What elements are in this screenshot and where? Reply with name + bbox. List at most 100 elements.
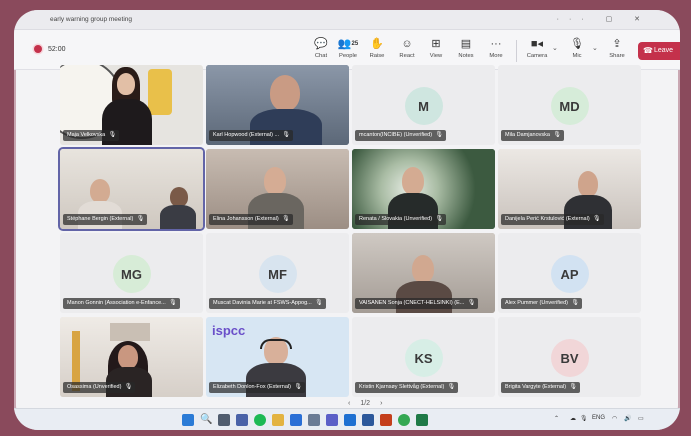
participant-name: VAISANEN Sonja (CNECT-HELSINKI) (E... 🎙 <box>355 298 479 309</box>
camera-button[interactable]: ■◂ Camera <box>522 35 552 59</box>
participant-tile[interactable]: Danijela Perić Krstulović (External) 🎙 <box>498 149 641 229</box>
mic-off-icon: 🎙 <box>570 38 584 50</box>
participant-tile[interactable]: MD Mila Damjanovska 🎙 <box>498 65 641 145</box>
view-icon: ⊞ <box>431 38 441 50</box>
mic-tray-icon[interactable]: 🎙 <box>580 415 588 422</box>
app-icon[interactable] <box>290 414 302 426</box>
view-button[interactable]: ⊞ View <box>421 35 451 59</box>
react-button[interactable]: ☺ React <box>392 35 422 59</box>
mic-button[interactable]: 🎙 Mic <box>562 35 592 59</box>
participant-name: Karl Hopwood (External) ... 🎙 <box>209 130 294 141</box>
mic-off-icon: 🎙 <box>124 384 133 390</box>
camera-options-chevron-icon[interactable]: ⌄ <box>552 44 558 52</box>
people-button[interactable]: 👥25 People <box>333 35 363 59</box>
page-indicator: 1/2 <box>360 400 371 407</box>
more-button[interactable]: ··· More <box>481 35 511 59</box>
more-icon: ··· <box>490 38 502 50</box>
participant-avatar: MD <box>550 87 589 125</box>
participant-tile[interactable]: BV Brigita Vargyte (External) 🎙 <box>498 317 641 397</box>
battery-icon[interactable]: ▭ <box>638 415 644 422</box>
toolbar-divider <box>516 40 517 62</box>
excel-icon[interactable] <box>416 414 428 426</box>
spotify-icon[interactable] <box>254 414 266 426</box>
teams-window: early warning group meeting ··· ▢ ✕ 52:0… <box>14 10 680 430</box>
react-icon: ☺ <box>401 38 413 50</box>
mic-off-icon: 🎙 <box>593 216 601 222</box>
participant-avatar: MF <box>258 255 297 293</box>
participant-name: Elina Johansson (External) 🎙 <box>209 214 293 225</box>
participant-grid: Maja Velkovska 🎙 Karl Hopwood (External) … <box>58 65 641 397</box>
participant-tile[interactable]: Maja Velkovska 🎙 <box>60 65 203 145</box>
previous-page-icon[interactable]: ‹ <box>348 400 350 407</box>
participant-tile[interactable]: ispcc Elizabeth Donlon-Fox (External) 🎙 <box>206 317 349 397</box>
file-explorer-icon[interactable] <box>272 414 284 426</box>
participant-name: Brigita Vargyte (External) 🎙 <box>501 382 581 393</box>
outlook-icon[interactable] <box>344 414 356 426</box>
meeting-timer: 52:00 <box>48 45 66 53</box>
participant-tile[interactable]: AP Alex Pummer (Unverified) 🎙 <box>498 233 641 313</box>
participant-tile[interactable]: Elina Johansson (External) 🎙 <box>206 149 349 229</box>
start-menu-icon[interactable] <box>182 414 194 426</box>
participant-name: Danijela Perić Krstulović (External) 🎙 <box>501 214 604 225</box>
app-icon[interactable] <box>380 414 392 426</box>
mic-off-icon: 🎙 <box>315 300 323 306</box>
mic-off-icon: 🎙 <box>435 216 444 222</box>
participant-tile[interactable]: MF Muscat Davinia Marie at FSWS-Appog...… <box>206 233 349 313</box>
leave-button[interactable]: ☎ Leave <box>638 42 680 60</box>
chrome-icon[interactable] <box>398 414 410 426</box>
participant-avatar: M <box>404 87 443 125</box>
word-icon[interactable] <box>362 414 374 426</box>
notes-button[interactable]: ▤ Notes <box>451 35 481 59</box>
mic-off-icon: 🎙 <box>282 216 290 222</box>
mic-off-icon: 🎙 <box>435 132 444 138</box>
participant-tile[interactable]: KS Kristin Kjarnsøy Slettvåg (External) 🎙 <box>352 317 495 397</box>
mic-off-icon: 🎙 <box>569 384 578 390</box>
app-icon[interactable] <box>236 414 248 426</box>
participant-tile[interactable]: Renata / Slovakia (Unverified) 🎙 <box>352 149 495 229</box>
language-indicator[interactable]: ENG <box>592 415 605 421</box>
participant-name: Mila Damjanovska 🎙 <box>501 130 564 141</box>
wifi-icon[interactable]: ◠ <box>612 415 617 422</box>
windows-taskbar: 🔍 ⌃ ☁ 🎙 ENG ◠ 🔊 ▭ <box>14 408 680 430</box>
participant-tile[interactable]: MG Manon Gonnin (Association e-Enfance..… <box>60 233 203 313</box>
ispcc-logo: ispcc <box>212 323 246 338</box>
chat-icon: 💬 <box>314 38 328 50</box>
cloud-icon[interactable]: ☁ <box>570 415 576 422</box>
meeting-toolbar: 52:00 💬 Chat 👥25 People ✋ Raise ☺ React … <box>14 30 680 70</box>
participant-tile[interactable]: Karl Hopwood (External) ... 🎙 <box>206 65 349 145</box>
participant-name: Manon Gonnin (Association e-Enfance... 🎙 <box>63 298 180 309</box>
participant-avatar: AP <box>550 255 589 293</box>
mic-off-icon: 🎙 <box>553 132 561 138</box>
raise-hand-icon: ✋ <box>370 38 384 50</box>
share-icon: ⇪ <box>612 38 622 50</box>
mic-off-icon: 🎙 <box>282 132 291 138</box>
window-controls[interactable]: ··· ▢ ✕ <box>557 15 650 23</box>
participant-avatar: MG <box>112 255 151 293</box>
camera-icon: ■◂ <box>530 38 544 50</box>
share-button[interactable]: ⇪ Share <box>602 35 632 59</box>
participant-name: Stéphane Bergin (External) 🎙 <box>63 214 148 225</box>
participant-tile[interactable]: Osassima (Unverified) 🎙 <box>60 317 203 397</box>
participant-avatar: BV <box>550 339 589 377</box>
participant-tile[interactable]: VAISANEN Sonja (CNECT-HELSINKI) (E... 🎙 <box>352 233 495 313</box>
raise-hand-button[interactable]: ✋ Raise <box>362 35 392 59</box>
tray-chevron-icon[interactable]: ⌃ <box>554 415 559 422</box>
participant-avatar: KS <box>404 339 443 377</box>
mic-options-chevron-icon[interactable]: ⌄ <box>592 44 598 52</box>
search-icon[interactable]: 🔍 <box>200 414 212 426</box>
task-view-icon[interactable] <box>218 414 230 426</box>
mic-off-icon: 🎙 <box>136 216 145 222</box>
participant-tile[interactable]: M mcanton(INCIBE) (Unverified) 🎙 <box>352 65 495 145</box>
participant-tile[interactable]: Stéphane Bergin (External) 🎙 <box>58 147 205 231</box>
participant-name: Renata / Slovakia (Unverified) 🎙 <box>355 214 447 225</box>
recording-indicator: 52:00 <box>34 45 66 53</box>
participant-name: Elizabeth Donlon-Fox (External) 🎙 <box>209 382 305 393</box>
teams-icon[interactable] <box>326 414 338 426</box>
chat-button[interactable]: 💬 Chat <box>306 35 336 59</box>
next-page-icon[interactable]: › <box>380 400 382 407</box>
volume-icon[interactable]: 🔊 <box>624 415 631 422</box>
mic-off-icon: 🎙 <box>467 300 476 306</box>
app-icon[interactable] <box>308 414 320 426</box>
participant-name: mcanton(INCIBE) (Unverified) 🎙 <box>355 130 447 141</box>
mic-off-icon: 🎙 <box>294 384 302 390</box>
